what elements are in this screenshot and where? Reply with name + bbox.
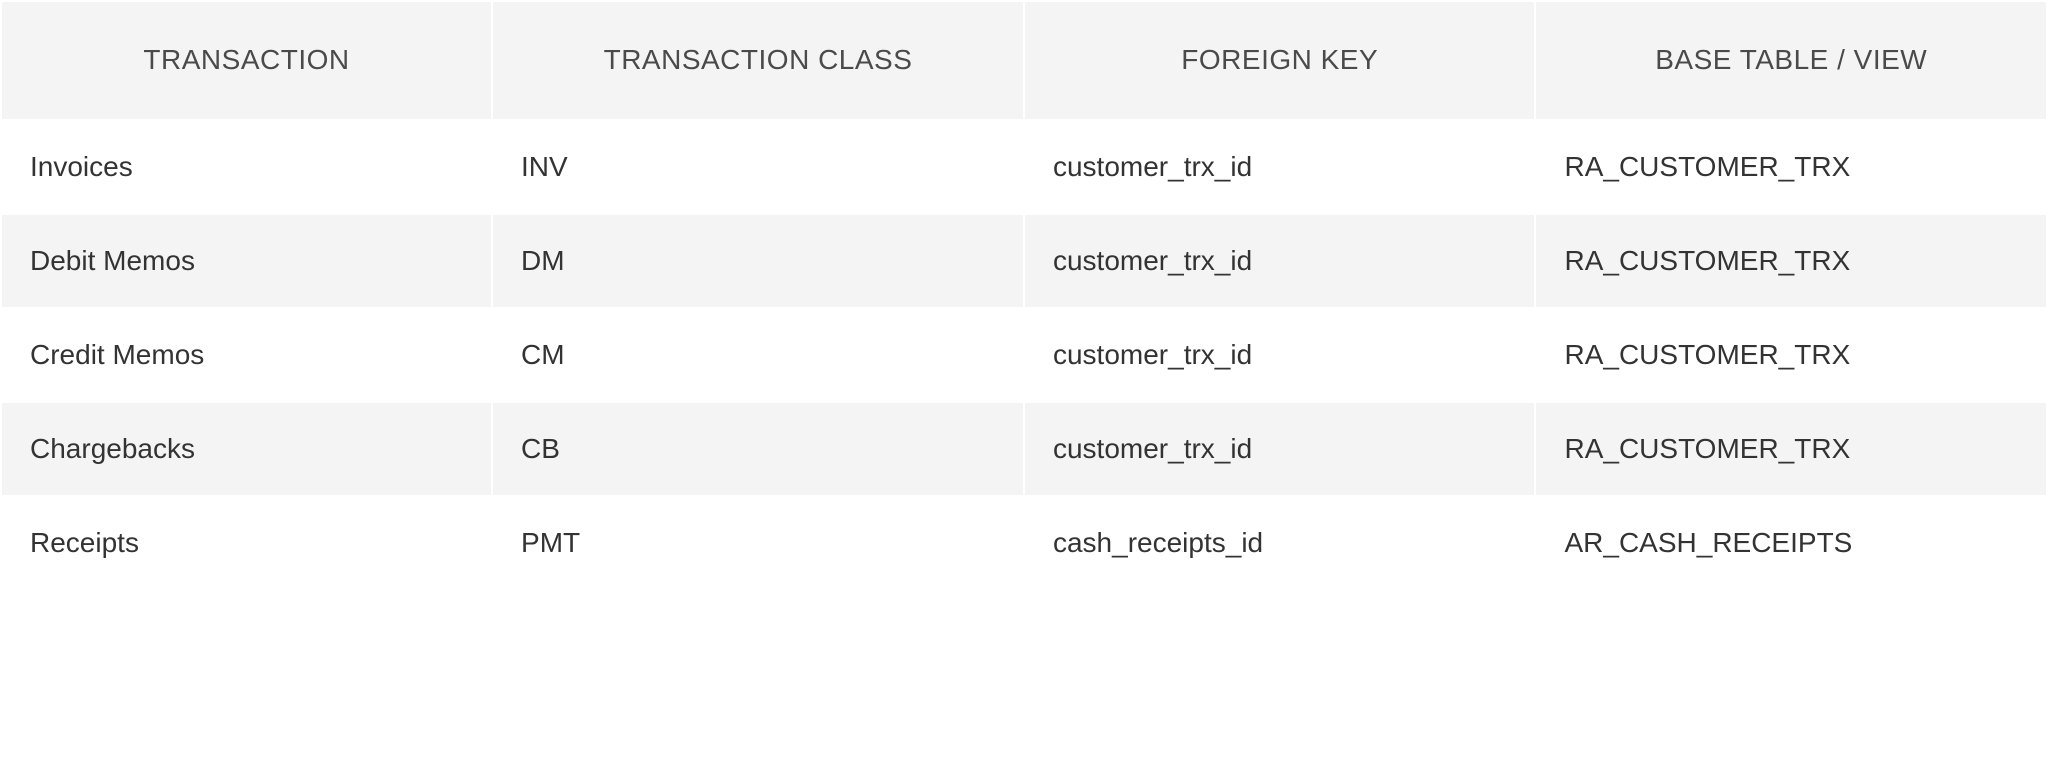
cell-transaction: Receipts [1, 496, 492, 590]
cell-foreign-key: cash_receipts_id [1024, 496, 1536, 590]
cell-transaction: Chargebacks [1, 402, 492, 496]
cell-transaction: Debit Memos [1, 214, 492, 308]
cell-transaction-class: DM [492, 214, 1024, 308]
table-row: Receipts PMT cash_receipts_id AR_CASH_RE… [1, 496, 2047, 590]
cell-base-table: RA_CUSTOMER_TRX [1535, 120, 2047, 214]
cell-transaction-class: CM [492, 308, 1024, 402]
cell-base-table: AR_CASH_RECEIPTS [1535, 496, 2047, 590]
cell-transaction-class: PMT [492, 496, 1024, 590]
transaction-mapping-table: TRANSACTION TRANSACTION CLASS FOREIGN KE… [0, 0, 2048, 591]
cell-transaction: Invoices [1, 120, 492, 214]
col-header-base-table: BASE TABLE / VIEW [1535, 1, 2047, 120]
cell-foreign-key: customer_trx_id [1024, 402, 1536, 496]
cell-base-table: RA_CUSTOMER_TRX [1535, 402, 2047, 496]
table-header: TRANSACTION TRANSACTION CLASS FOREIGN KE… [1, 1, 2047, 120]
cell-foreign-key: customer_trx_id [1024, 214, 1536, 308]
cell-base-table: RA_CUSTOMER_TRX [1535, 214, 2047, 308]
table-body: Invoices INV customer_trx_id RA_CUSTOMER… [1, 120, 2047, 590]
table-row: Invoices INV customer_trx_id RA_CUSTOMER… [1, 120, 2047, 214]
col-header-transaction-class: TRANSACTION CLASS [492, 1, 1024, 120]
table-row: Debit Memos DM customer_trx_id RA_CUSTOM… [1, 214, 2047, 308]
cell-foreign-key: customer_trx_id [1024, 120, 1536, 214]
cell-transaction-class: CB [492, 402, 1024, 496]
cell-transaction: Credit Memos [1, 308, 492, 402]
col-header-foreign-key: FOREIGN KEY [1024, 1, 1536, 120]
table-row: Credit Memos CM customer_trx_id RA_CUSTO… [1, 308, 2047, 402]
cell-transaction-class: INV [492, 120, 1024, 214]
cell-base-table: RA_CUSTOMER_TRX [1535, 308, 2047, 402]
col-header-transaction: TRANSACTION [1, 1, 492, 120]
table-header-row: TRANSACTION TRANSACTION CLASS FOREIGN KE… [1, 1, 2047, 120]
table-row: Chargebacks CB customer_trx_id RA_CUSTOM… [1, 402, 2047, 496]
cell-foreign-key: customer_trx_id [1024, 308, 1536, 402]
